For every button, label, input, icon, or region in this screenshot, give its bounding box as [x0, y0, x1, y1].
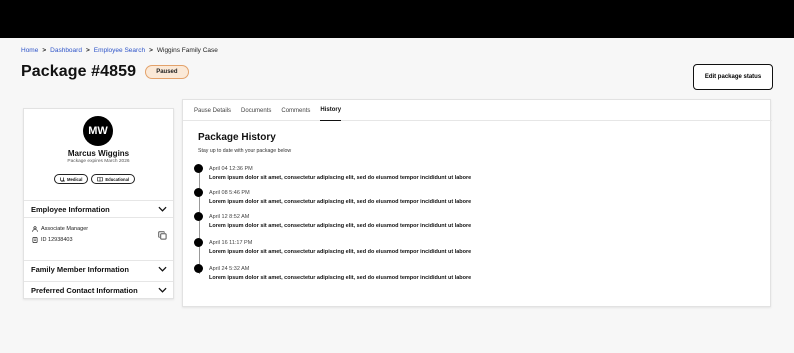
tab-history[interactable]: History [320, 100, 342, 121]
page-title: Package #4859 [21, 63, 137, 80]
accordion-label: Family Member Information [31, 264, 129, 274]
package-expiry: Package expires March 2026 [67, 159, 130, 164]
timeline-event: April 08 5:46 PM Lorem ipsum dolor sit a… [194, 188, 754, 208]
breadcrumb-separator: > [149, 47, 153, 54]
tab-documents[interactable]: Documents [241, 100, 271, 121]
top-bar [0, 0, 794, 38]
breadcrumb-employee-search[interactable]: Employee Search [94, 47, 145, 54]
history-subtitle: Stay up to date with your package below [198, 148, 292, 154]
breadcrumb-home[interactable]: Home [21, 47, 38, 54]
chevron-down-icon[interactable] [157, 204, 167, 214]
timeline-dot [194, 264, 203, 273]
employee-id: ID 12938403 [32, 237, 73, 243]
breadcrumb: Home > Dashboard > Employee Search > Wig… [21, 47, 218, 54]
chevron-down-icon[interactable] [157, 264, 167, 274]
employee-info-header[interactable]: Employee Information [24, 200, 173, 217]
history-title: Package History [198, 132, 276, 143]
tag-label: Medical [67, 176, 83, 182]
family-info-header[interactable]: Family Member Information [24, 260, 173, 277]
breadcrumb-dashboard[interactable]: Dashboard [50, 47, 82, 54]
chevron-down-icon[interactable] [157, 285, 167, 295]
timeline-dot [194, 188, 203, 197]
event-time: April 04 12:36 PM [209, 166, 253, 172]
timeline-event: April 16 11:17 PM Lorem ipsum dolor sit … [194, 238, 754, 258]
edit-package-status-button[interactable]: Edit package status [693, 64, 773, 90]
timeline-dot [194, 212, 203, 221]
accordion-label: Employee Information [31, 204, 110, 214]
breadcrumb-separator: > [85, 47, 90, 54]
tag-medical: Medical [54, 174, 89, 184]
book-icon [97, 176, 104, 182]
timeline-event: April 24 5:32 AM Lorem ipsum dolor sit a… [194, 264, 754, 284]
stethoscope-icon [60, 177, 65, 182]
timeline-event: April 04 12:36 PM Lorem ipsum dolor sit … [194, 164, 754, 184]
event-text: Lorem ipsum dolor sit amet, consectetur … [209, 199, 472, 205]
event-time: April 24 5:32 AM [209, 266, 250, 272]
breadcrumb-current: Wiggins Family Case [156, 47, 218, 54]
event-time: April 12 8:52 AM [209, 214, 250, 220]
id-card-icon [32, 237, 38, 243]
event-text: Lorem ipsum dolor sit amet, consectetur … [209, 175, 472, 181]
event-time: April 16 11:17 PM [209, 240, 253, 246]
benefit-tags: Medical Educational [54, 174, 136, 184]
status-badge: Paused [145, 65, 189, 79]
employee-role: Associate Manager [32, 226, 88, 232]
timeline-dot [194, 238, 203, 247]
event-text: Lorem ipsum dolor sit amet, consectetur … [209, 275, 472, 281]
event-text: Lorem ipsum dolor sit amet, consectetur … [209, 249, 472, 255]
person-icon [32, 226, 38, 232]
event-text: Lorem ipsum dolor sit amet, consectetur … [209, 223, 472, 229]
profile-name: Marcus Wiggins [67, 149, 130, 158]
copy-icon[interactable] [158, 231, 167, 240]
timeline-dot [194, 164, 203, 173]
profile-card: MW Marcus Wiggins Package expires March … [23, 108, 174, 299]
role-text: Associate Manager [41, 226, 89, 232]
history-panel: Pause Details Documents Comments History… [182, 99, 772, 307]
title-row: Package #4859 Paused [21, 63, 189, 81]
avatar: MW [83, 116, 113, 146]
event-time: April 08 5:46 PM [209, 190, 250, 196]
tag-label: Educational [105, 176, 130, 182]
timeline-event: April 12 8:52 AM Lorem ipsum dolor sit a… [194, 212, 754, 232]
contact-info-header[interactable]: Preferred Contact Information [24, 281, 173, 298]
employee-id-text: ID 12938403 [41, 237, 73, 243]
breadcrumb-separator: > [42, 47, 47, 54]
tab-comments[interactable]: Comments [281, 100, 310, 121]
tab-pause-details[interactable]: Pause Details [194, 100, 231, 121]
tag-educational: Educational [91, 174, 136, 184]
tab-bar: Pause Details Documents Comments History [183, 100, 403, 121]
employee-info-body: Associate Manager ID 12938403 [24, 217, 173, 260]
accordion-label: Preferred Contact Information [31, 285, 138, 295]
